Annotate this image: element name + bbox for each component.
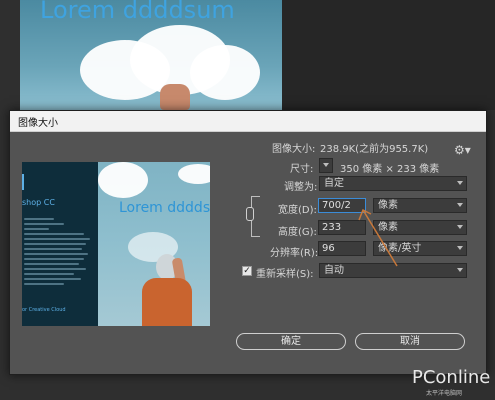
- hand-shape: [160, 84, 190, 110]
- fit-to-label: 调整为:: [284, 182, 318, 193]
- chevron-down-icon: [457, 181, 463, 185]
- resample-checkbox[interactable]: ✓: [242, 266, 252, 276]
- height-label: 高度(G):: [278, 227, 317, 238]
- chevron-down-icon: [457, 203, 463, 207]
- dialog-title: 图像大小: [18, 118, 58, 129]
- dimensions-label: 尺寸:: [290, 164, 314, 175]
- resample-value: 自动: [324, 265, 344, 276]
- chain-link-icon[interactable]: [246, 207, 254, 221]
- preview-lorem-text: Lorem dddds: [119, 200, 210, 216]
- preview-person-body: [142, 278, 192, 326]
- preview-photo: Lorem dddds: [98, 162, 210, 326]
- fit-to-dropdown[interactable]: 自定: [319, 176, 467, 191]
- workspace-background: [282, 0, 495, 110]
- annotation-arrow: [358, 208, 398, 267]
- preview-footer-text: or Creative Cloud: [22, 307, 66, 313]
- preview-sidebar: shop CC or Creative Cloud: [22, 162, 98, 326]
- image-size-value: 238.9K(之前为955.7K): [320, 144, 429, 155]
- resolution-label: 分辨率(R):: [270, 248, 319, 259]
- resample-label: 重新采样(S):: [256, 269, 314, 280]
- preview-app-text: shop CC: [22, 198, 55, 207]
- chevron-down-icon: [457, 225, 463, 229]
- width-label: 宽度(D):: [278, 205, 317, 216]
- gear-icon[interactable]: ⚙▾: [454, 143, 471, 157]
- image-size-label: 图像大小:: [272, 144, 316, 155]
- canvas-title: Lorem ddddsum: [40, 0, 235, 24]
- image-preview[interactable]: shop CC or Creative Cloud Lorem dddds: [22, 162, 210, 326]
- dialog-titlebar[interactable]: 图像大小: [10, 111, 486, 132]
- preview-accent-bar: [22, 174, 24, 190]
- chevron-down-icon: [457, 268, 463, 272]
- watermark-logo: PConline: [412, 367, 491, 388]
- dimensions-value: 350 像素 × 233 像素: [340, 164, 440, 175]
- ok-button[interactable]: 确定: [236, 333, 346, 350]
- preview-text-lines: [24, 218, 94, 288]
- watermark-subtitle: 太平洋电脑网: [426, 390, 463, 397]
- dimensions-unit-dropdown[interactable]: [319, 158, 333, 173]
- chevron-down-icon: [457, 246, 463, 250]
- cancel-button[interactable]: 取消: [355, 333, 465, 350]
- fit-to-value: 自定: [324, 178, 344, 189]
